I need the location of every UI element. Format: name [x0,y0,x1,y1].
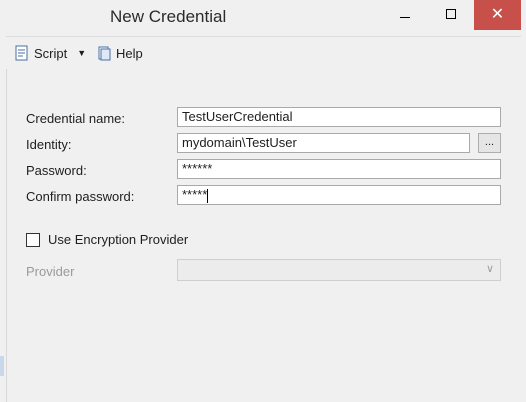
provider-select: ∨ [177,259,501,281]
confirm-password-label: Confirm password: [26,189,135,204]
password-input[interactable]: ****** [177,159,501,179]
minimize-button[interactable] [382,0,428,30]
provider-label: Provider [26,264,75,279]
chevron-down-icon[interactable]: ▼ [77,48,86,58]
use-encryption-label: Use Encryption Provider [48,232,189,247]
title-bar: New Credential ✕ [0,0,526,36]
password-label: Password: [26,163,87,178]
confirm-password-input[interactable]: ***** [177,185,501,205]
maximize-button[interactable] [428,0,474,30]
chevron-down-icon: ∨ [485,263,494,275]
help-button[interactable]: Help [96,45,143,61]
close-button[interactable]: ✕ [474,0,521,30]
help-label: Help [116,45,143,61]
help-icon [98,46,111,61]
maximize-icon [446,9,456,19]
script-icon [15,45,28,61]
confirm-password-value: ***** [182,187,208,202]
identity-label: Identity: [26,137,72,152]
minimize-icon [400,17,410,18]
identity-input[interactable]: mydomain\TestUser [177,133,470,153]
window-edge [0,356,4,376]
credential-form: Credential name: TestUserCredential Iden… [6,69,521,402]
close-icon: ✕ [490,6,505,23]
script-label: Script [34,45,68,61]
use-encryption-row[interactable]: Use Encryption Provider [26,232,188,247]
window-title: New Credential [110,7,227,26]
use-encryption-checkbox[interactable] [26,232,40,247]
script-button[interactable]: Script ▼ [14,45,86,61]
toolbar: Script ▼ Help [6,36,521,70]
browse-button[interactable]: ... [478,133,501,153]
credential-name-label: Credential name: [26,111,125,126]
credential-name-input[interactable]: TestUserCredential [177,107,501,127]
text-caret [207,188,209,203]
